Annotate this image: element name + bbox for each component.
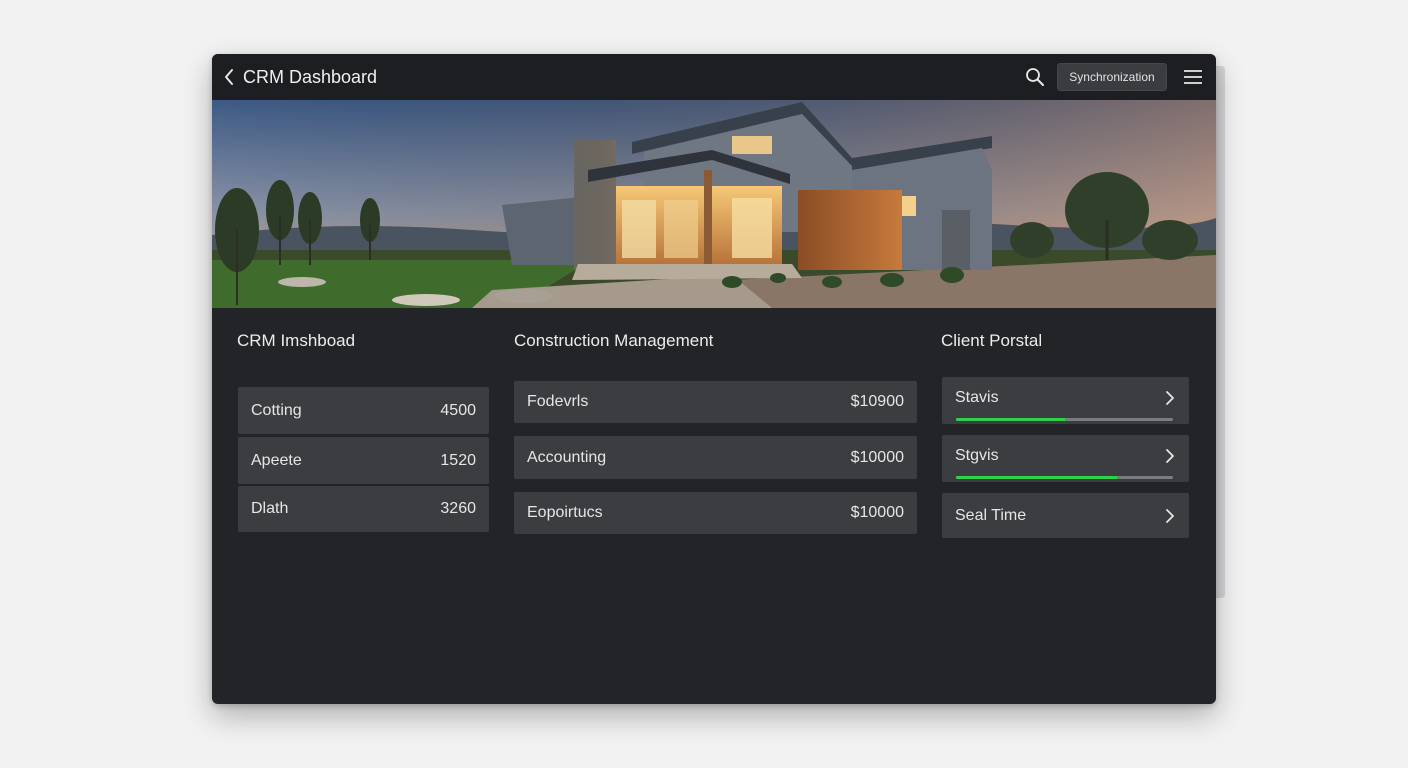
chevron-right-icon — [1165, 390, 1175, 406]
hamburger-menu-icon[interactable] — [1184, 69, 1202, 85]
chevron-right-icon — [1165, 448, 1175, 464]
row-value: $10000 — [850, 448, 904, 466]
row-label: Fodevrls — [527, 393, 589, 410]
crm-row[interactable]: Apeete 1520 — [238, 437, 489, 484]
row-label: Accounting — [527, 448, 607, 466]
chevron-right-icon — [1165, 508, 1175, 524]
title-bar: CRM Dashboard Synchronization — [212, 54, 1216, 101]
progress-fill — [956, 418, 1065, 421]
row-value: $10000 — [850, 504, 904, 521]
row-label: Seal Time — [955, 506, 1027, 524]
row-value: 3260 — [440, 500, 476, 517]
client-row-status[interactable]: Stgvis — [942, 435, 1189, 482]
window-scrollbar[interactable] — [1216, 66, 1225, 598]
row-label: Apeete — [251, 451, 302, 469]
back-chevron-icon[interactable] — [222, 67, 238, 87]
row-value: 1520 — [440, 451, 476, 469]
row-value: $10900 — [850, 393, 904, 410]
row-label: Stgvis — [955, 447, 999, 464]
crm-column-title: CRM Imshboad — [237, 331, 356, 350]
row-label: Eopoirtucs — [527, 504, 603, 521]
progress-bar — [956, 476, 1173, 479]
client-row-seal-time[interactable]: Seal Time — [942, 493, 1189, 538]
progress-bar — [956, 418, 1173, 421]
progress-fill — [956, 476, 1117, 479]
row-value: 4500 — [440, 401, 476, 419]
row-label: Cotting — [251, 401, 302, 419]
row-label: Dlath — [251, 500, 289, 517]
crm-row[interactable]: Cotting 4500 — [238, 387, 489, 434]
page-title: CRM Dashboard — [243, 67, 378, 87]
search-icon[interactable] — [1025, 67, 1045, 87]
construction-column-title: Construction Management — [514, 331, 714, 350]
crm-row[interactable]: Dlath 3260 — [238, 486, 489, 532]
construction-row[interactable]: Accounting $10000 — [514, 436, 917, 479]
client-portal-column-title: Client Porstal — [941, 331, 1043, 350]
crm-window: CRM Dashboard Synchronization CRM Imshbo… — [212, 54, 1216, 704]
construction-row[interactable]: Eopoirtucs $10000 — [514, 492, 917, 534]
hero-house-image — [212, 100, 1216, 308]
client-row-status[interactable]: Stavis — [942, 377, 1189, 424]
construction-row[interactable]: Fodevrls $10900 — [514, 381, 917, 423]
row-label: Stavis — [955, 389, 999, 406]
synchronization-button[interactable]: Synchronization — [1057, 63, 1167, 91]
